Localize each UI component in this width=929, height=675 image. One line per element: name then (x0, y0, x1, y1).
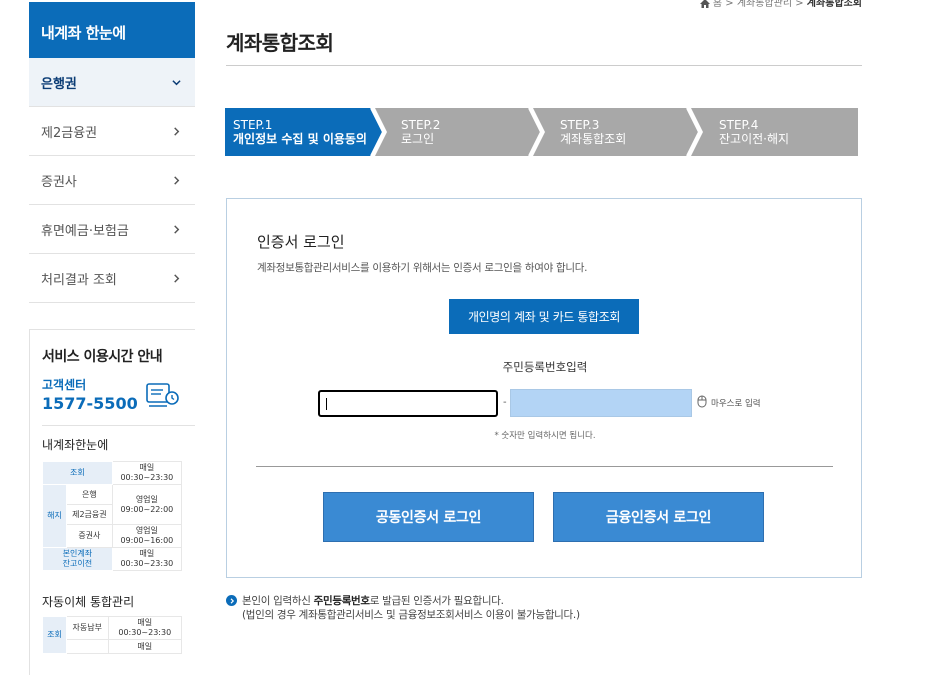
sidebar-item-label: 은행권 (41, 76, 77, 92)
text-caret (326, 398, 327, 410)
step-number: STEP.1 (233, 118, 273, 132)
sidebar: 내계좌 한눈에 은행권 제2금융권 증권사 휴면예금·보험금 처리결과 조회 (29, 2, 195, 303)
jumin-label: 주민등록번호입력 (502, 360, 588, 374)
joint-certificate-login-button[interactable]: 공동인증서 로그인 (323, 492, 534, 542)
page-title: 계좌통합조회 (226, 31, 334, 55)
step-label: 잔고이전·해지 (719, 132, 790, 146)
table-cell: 매일 00:30~23:30 (107, 616, 183, 640)
divider (42, 425, 195, 426)
mouse-input-link[interactable]: 마우스로 입력 (697, 395, 761, 411)
customer-center-number: 1577-5500 (42, 394, 138, 413)
step-label: 로그인 (401, 132, 435, 146)
certificate-login-panel: 인증서 로그인 계좌정보통합관리서비스를 이용하기 위해서는 인증서 로그인을 … (226, 198, 862, 578)
sidebar-item-label: 휴면예금·보험금 (41, 223, 129, 239)
sidebar-item-label: 제2금융권 (41, 125, 98, 141)
chevron-right-icon (169, 173, 183, 187)
integrated-query-button[interactable]: 개인명의 계좌 및 카드 통합조회 (449, 299, 639, 334)
breadcrumb: 홈 > 계좌통합관리 > 계좌통합조회 (699, 0, 862, 9)
service-hours-title: 서비스 이용시간 안내 (42, 349, 163, 365)
breadcrumb-home[interactable]: 홈 (713, 0, 722, 9)
table-cell: 매일 00:30~23:30 (111, 461, 183, 485)
step-label: 개인정보 수집 및 이용동의 (233, 132, 367, 146)
notice: 본인이 입력하신 주민등록번호로 발급된 인증서가 필요합니다. (법인의 경우… (226, 594, 580, 622)
step-4: STEP.4 잔고이전·해지 (691, 108, 858, 156)
sidebar-item-label: 처리결과 조회 (41, 272, 117, 288)
jumin-back-input[interactable] (510, 389, 692, 417)
chevron-down-icon (169, 75, 183, 89)
sidebar-item-securities[interactable]: 증권사 (29, 156, 195, 205)
table-cell (66, 639, 109, 654)
customer-center: 고객센터 1577-5500 (42, 376, 181, 413)
info-arrow-icon (226, 595, 237, 606)
step-progress: STEP.1 개인정보 수집 및 이용동의 STEP.2 로그인 STEP.3 계좌통… (225, 108, 858, 156)
section-title-autopay: 자동이체 통합관리 (42, 595, 135, 609)
jumin-hint: * 숫자만 입력하시면 됩니다. (494, 431, 596, 441)
table-cell: 매일 (107, 639, 183, 654)
table-cell: 해지 (42, 484, 67, 548)
notice-line-2: (법인의 경우 계좌통합관리서비스 및 금융정보조회서비스 이용이 불가능합니다… (242, 609, 580, 621)
sidebar-item-label: 증권사 (41, 174, 77, 190)
autopay-hours-table: 조회 자동납부 매일 00:30~23:30 매일 (42, 616, 183, 654)
sidebar-item-dormant[interactable]: 휴면예금·보험금 (29, 205, 195, 254)
table-cell: 자동납부 (66, 616, 109, 640)
table-cell: 조회 (42, 461, 113, 485)
table-cell: 은행 (66, 484, 113, 505)
sidebar-title: 내계좌 한눈에 (29, 2, 195, 58)
sidebar-item-results[interactable]: 처리결과 조회 (29, 254, 195, 303)
divider (256, 466, 833, 467)
step-label: 계좌통합조회 (560, 132, 627, 146)
divider (226, 65, 862, 66)
step-3: STEP.3 계좌통합조회 (533, 108, 701, 156)
chevron-right-icon (169, 271, 183, 285)
chevron-right-icon (169, 222, 183, 236)
notice-line-1: 본인이 입력하신 주민등록번호로 발급된 인증서가 필요합니다. (242, 595, 504, 607)
financial-certificate-login-button[interactable]: 금융인증서 로그인 (553, 492, 764, 542)
breadcrumb-sep: > (795, 0, 804, 9)
breadcrumb-current: 계좌통합조회 (806, 0, 862, 9)
mouse-icon (697, 395, 707, 411)
table-cell: 제2금융권 (66, 504, 113, 525)
step-number: STEP.4 (719, 118, 759, 132)
sidebar-item-bank[interactable]: 은행권 (29, 58, 195, 107)
login-description: 계좌정보통합관리서비스를 이용하기 위해서는 인증서 로그인을 하여야 합니다. (257, 262, 588, 274)
table-cell: 본인계좌 잔고이전 (42, 547, 113, 571)
table-cell: 영업일 09:00~16:00 (111, 524, 183, 548)
section-title-myaccount: 내계좌한눈에 (42, 438, 109, 452)
chevron-right-icon (169, 124, 183, 138)
step-number: STEP.3 (560, 118, 600, 132)
schedule-icon (145, 381, 181, 409)
sidebar-item-second-financial[interactable]: 제2금융권 (29, 107, 195, 156)
service-hours-table: 조회 매일 00:30~23:30 해지 은행 영업일 09:00~22:00 제2… (42, 461, 183, 571)
step-number: STEP.2 (401, 118, 441, 132)
jumin-dash: - (503, 397, 507, 408)
customer-center-label: 고객센터 (42, 378, 87, 392)
table-cell: 영업일 09:00~22:00 (111, 484, 183, 525)
table-cell: 증권사 (66, 524, 113, 548)
service-hours-box: 서비스 이용시간 안내 고객센터 1577-5500 내계좌한눈에 조회 매일 0… (29, 329, 195, 675)
table-cell: 조회 (42, 616, 67, 654)
step-2: STEP.2 로그인 (375, 108, 543, 156)
mouse-input-label: 마우스로 입력 (711, 399, 761, 409)
table-cell: 매일 00:30~23:30 (111, 547, 183, 571)
breadcrumb-sep: > (725, 0, 734, 9)
jumin-front-input[interactable] (318, 390, 498, 417)
breadcrumb-level1[interactable]: 계좌통합관리 (737, 0, 792, 9)
step-1: STEP.1 개인정보 수집 및 이용동의 (225, 108, 385, 156)
login-title: 인증서 로그인 (257, 233, 345, 251)
home-icon[interactable] (699, 0, 710, 8)
